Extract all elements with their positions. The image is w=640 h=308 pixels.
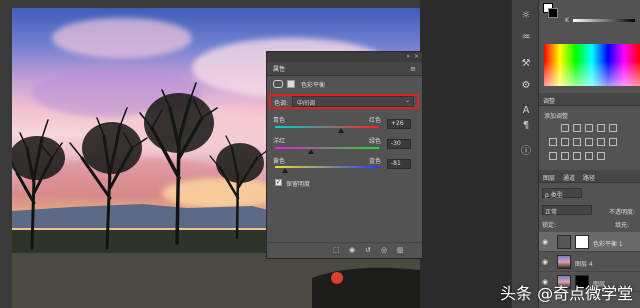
adj-channel-mixer-icon[interactable]: [597, 138, 605, 146]
lock-label: 锁定:: [542, 222, 557, 229]
yellow-blue-value[interactable]: -81: [387, 159, 411, 169]
trash-icon[interactable]: ▥: [397, 246, 404, 254]
background-color-swatch[interactable]: [548, 8, 558, 18]
tab-channels[interactable]: 通道: [563, 173, 575, 182]
adjustment-name: 色彩平衡: [301, 82, 326, 89]
tab-paths[interactable]: 路径: [583, 173, 595, 182]
panel-icon-strip: ☼ ♒ ⚒ ⚙ A ¶ ⓘ: [511, 0, 539, 308]
magenta-green-value[interactable]: -30: [387, 139, 411, 149]
properties-tabbar: 属性 ≡: [267, 62, 422, 76]
adj-bw-icon[interactable]: [573, 138, 581, 146]
adj-curves-icon[interactable]: [585, 124, 593, 132]
magenta-green-slider[interactable]: [275, 147, 379, 149]
balance-scale-icon: [273, 80, 283, 88]
slider-cyan-label: 青色: [273, 117, 286, 124]
tone-label: 色调:: [274, 100, 289, 107]
layer-name[interactable]: 色彩平衡 1: [593, 239, 623, 248]
adj-hue-icon[interactable]: [549, 138, 557, 146]
adj-selective-color-icon[interactable]: [597, 152, 605, 160]
visibility-eye-icon[interactable]: ◉: [542, 258, 548, 266]
right-panels: K 调整 添加调整 图层 通道 路径 p 类型 正常 不透明度: 锁定: 填充:…: [539, 0, 640, 308]
cyan-red-value[interactable]: +26: [387, 119, 411, 129]
clip-to-layer-icon[interactable]: ⬚: [333, 246, 340, 254]
adj-color-balance-icon[interactable]: [561, 138, 569, 146]
layer-row-color-balance[interactable]: ◉ 色彩平衡 1: [539, 232, 640, 252]
adj-threshold-icon[interactable]: [573, 152, 581, 160]
canvas-background: [423, 0, 511, 308]
properties-panel: » × 属性 ≡ 色彩平衡 色调: 中间调 ⌄ 青色 红色 +26 洋红 绿色 …: [266, 51, 423, 259]
panel-menu-icon[interactable]: ≡: [410, 65, 416, 73]
tool-presets-icon[interactable]: ⚙: [520, 80, 532, 92]
layer-mask-icon[interactable]: [287, 80, 295, 88]
layer-mask-thumbnail[interactable]: [575, 235, 589, 249]
cyan-red-thumb[interactable]: [338, 128, 344, 133]
adjustments-tabbar: 调整: [539, 93, 640, 106]
adj-invert-icon[interactable]: [549, 152, 557, 160]
adj-lookup-icon[interactable]: [609, 138, 617, 146]
adj-posterize-icon[interactable]: [561, 152, 569, 160]
color-spectrum[interactable]: [544, 44, 640, 86]
layer-thumbnail: [557, 255, 571, 269]
tab-properties[interactable]: 属性: [273, 64, 285, 73]
clone-source-icon[interactable]: ⚒: [520, 58, 532, 70]
brush-presets-icon[interactable]: ♒: [520, 32, 532, 44]
add-adjustment-label: 添加调整: [544, 113, 569, 120]
collapse-icon[interactable]: »: [406, 53, 410, 60]
adj-brightness-icon[interactable]: [561, 124, 569, 132]
paragraph-icon[interactable]: ¶: [520, 120, 532, 132]
cyan-red-slider[interactable]: [275, 126, 379, 128]
chevron-down-icon: ⌄: [404, 97, 410, 104]
properties-bottom-toolbar: ⬚ ◉ ↺ ◎ ▥: [267, 242, 422, 258]
watermark: 头条 @奇点微学堂: [500, 284, 634, 303]
yellow-blue-thumb[interactable]: [282, 168, 288, 173]
layer-filter-dropdown[interactable]: p 类型: [542, 188, 582, 199]
slider-magenta-label: 洋红: [273, 138, 286, 145]
layer-row-4[interactable]: ◉ 图层 4: [539, 252, 640, 272]
tab-adjustments[interactable]: 调整: [543, 96, 555, 105]
layer-name[interactable]: 图层 4: [575, 259, 593, 268]
magenta-green-thumb[interactable]: [308, 149, 314, 154]
adj-photo-filter-icon[interactable]: [585, 138, 593, 146]
slider-red-label: 红色: [369, 117, 382, 124]
fill-label: 填充:: [615, 222, 630, 229]
close-icon[interactable]: ×: [414, 53, 419, 60]
yellow-blue-slider[interactable]: [275, 166, 379, 168]
slider-green-label: 绿色: [369, 138, 382, 145]
adj-gradient-map-icon[interactable]: [585, 152, 593, 160]
tone-dropdown[interactable]: 中间调 ⌄: [292, 96, 414, 107]
k-label: K: [565, 17, 569, 24]
info-icon[interactable]: ⓘ: [520, 146, 532, 158]
adj-levels-icon[interactable]: [573, 124, 581, 132]
adj-vibrance-icon[interactable]: [609, 124, 617, 132]
slider-blue-label: 蓝色: [369, 158, 382, 165]
visibility-icon[interactable]: ◎: [381, 246, 387, 254]
preserve-luminosity-label: 保留明度: [286, 181, 311, 188]
view-previous-icon[interactable]: ◉: [349, 246, 355, 254]
panel-titlebar[interactable]: » ×: [267, 52, 422, 62]
visibility-eye-icon[interactable]: ◉: [542, 238, 548, 246]
character-icon[interactable]: A: [520, 105, 532, 117]
layers-tabbar: 图层 通道 路径: [539, 170, 640, 183]
blend-mode-dropdown[interactable]: 正常: [542, 205, 592, 216]
k-slider[interactable]: [573, 19, 635, 22]
opacity-label: 不透明度:: [609, 209, 636, 216]
reset-icon[interactable]: ↺: [365, 246, 371, 254]
layer-filter-value: p 类型: [545, 192, 563, 199]
adj-exposure-icon[interactable]: [597, 124, 605, 132]
adjustment-layer-icon: [557, 235, 571, 249]
blend-mode-value: 正常: [545, 209, 558, 216]
brightness-icon[interactable]: ☼: [520, 10, 532, 22]
slider-yellow-label: 黄色: [273, 158, 286, 165]
tone-value: 中间调: [297, 100, 316, 107]
preserve-luminosity-checkbox[interactable]: ✓: [275, 179, 282, 186]
tab-layers[interactable]: 图层: [543, 173, 555, 182]
